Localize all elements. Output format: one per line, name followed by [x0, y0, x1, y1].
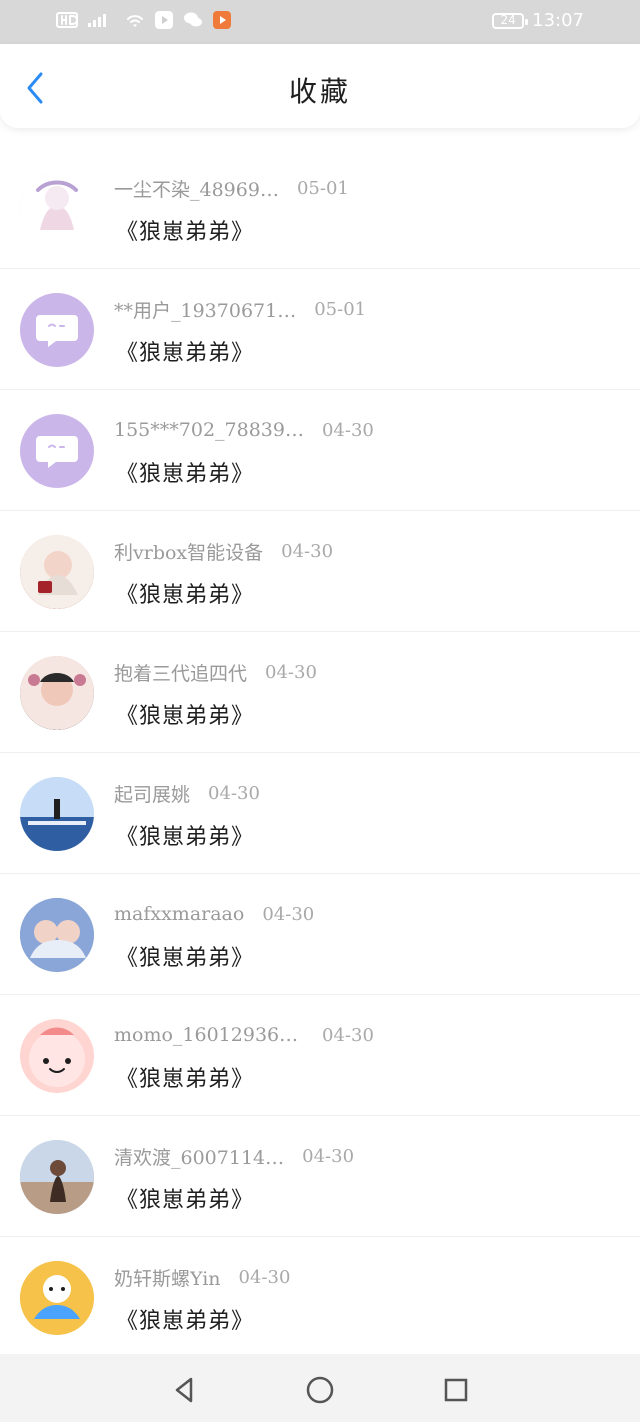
user-name: mafxxmaraao	[114, 903, 245, 925]
avatar[interactable]	[20, 777, 94, 851]
item-meta: 抱着三代追四代 04-30	[114, 660, 534, 685]
item-meta: 奶轩斯螺Yin 04-30	[114, 1265, 534, 1290]
circle-home-icon	[306, 1376, 334, 1404]
header: 收藏	[0, 44, 640, 128]
list-item[interactable]: 奶轩斯螺Yin 04-30 《狼崽弟弟》	[0, 1237, 640, 1358]
avatar-image-icon	[20, 172, 94, 246]
list-item[interactable]: 155***702_78839… 04-30 《狼崽弟弟》	[0, 390, 640, 511]
item-date: 05-01	[296, 177, 349, 199]
book-title: 《狼崽弟弟》	[116, 341, 255, 366]
user-name: 抱着三代追四代	[114, 662, 248, 685]
item-date: 04-30	[321, 419, 374, 441]
list-item[interactable]: mafxxmaraao 04-30 《狼崽弟弟》	[0, 874, 640, 995]
user-name: 一尘不染_48969…	[114, 178, 279, 201]
user-name: 清欢渡_6007114…	[114, 1146, 285, 1169]
avatar[interactable]	[20, 535, 94, 609]
system-nav-bar	[0, 1354, 640, 1422]
book-title: 《狼崽弟弟》	[116, 1309, 255, 1334]
nav-home-button[interactable]	[300, 1370, 340, 1410]
book-title: 《狼崽弟弟》	[116, 946, 255, 971]
item-meta: mafxxmaraao 04-30	[114, 902, 534, 926]
item-date: 05-01	[314, 298, 367, 320]
book-title: 《狼崽弟弟》	[116, 220, 255, 245]
item-date: 04-30	[238, 1266, 291, 1288]
item-date: 04-30	[322, 1024, 374, 1046]
nav-recents-button[interactable]	[436, 1370, 476, 1410]
status-bar: 24 13:07	[0, 0, 640, 44]
item-date: 04-30	[302, 1145, 355, 1167]
status-time: 13:07	[532, 10, 584, 31]
list-item[interactable]: **用户_19370671… 05-01 《狼崽弟弟》	[0, 269, 640, 390]
item-date: 04-30	[208, 782, 260, 804]
avatar[interactable]	[20, 898, 94, 972]
avatar-image-icon	[29, 1027, 85, 1087]
avatar[interactable]	[20, 1140, 94, 1214]
avatar-image-icon	[20, 535, 94, 609]
list-item[interactable]: 一尘不染_48969… 05-01 《狼崽弟弟》	[0, 148, 640, 269]
item-meta: 起司展姚 04-30	[114, 781, 534, 806]
avatar[interactable]	[20, 414, 94, 488]
play-icon	[154, 10, 174, 30]
avatar[interactable]	[20, 293, 94, 367]
list-item[interactable]: momo_160129365… 04-30 《狼崽弟弟》	[0, 995, 640, 1116]
book-title: 《狼崽弟弟》	[116, 583, 255, 608]
wechat-icon	[182, 10, 204, 30]
item-meta: 155***702_78839… 04-30	[114, 418, 534, 442]
user-name: 起司展姚	[114, 783, 191, 806]
nav-back-button[interactable]	[164, 1370, 204, 1410]
avatar-image-icon	[20, 898, 94, 972]
list-item[interactable]: 利vrbox智能设备 04-30 《狼崽弟弟》	[0, 511, 640, 632]
triangle-back-icon	[175, 1377, 193, 1403]
item-date: 04-30	[265, 661, 317, 683]
user-name: 奶轩斯螺Yin	[114, 1267, 221, 1290]
item-meta: 一尘不染_48969… 05-01	[114, 176, 534, 201]
favorites-list: 一尘不染_48969… 05-01 《狼崽弟弟》 **用户_19370671… …	[0, 148, 640, 1358]
user-name: 155***702_78839…	[114, 419, 304, 441]
book-title: 《狼崽弟弟》	[116, 825, 255, 850]
avatar[interactable]	[20, 1261, 94, 1335]
avatar[interactable]	[20, 1019, 94, 1093]
chat-bubble-icon	[36, 436, 78, 468]
user-name: momo_160129365…	[114, 1024, 304, 1046]
item-date: 04-30	[262, 903, 315, 925]
list-item[interactable]: 抱着三代追四代 04-30 《狼崽弟弟》	[0, 632, 640, 753]
avatar-image-icon	[20, 656, 94, 730]
item-meta: 利vrbox智能设备 04-30	[114, 539, 534, 564]
user-name: **用户_19370671…	[114, 299, 297, 322]
avatar-image-icon	[20, 1140, 94, 1214]
item-meta: 清欢渡_6007114… 04-30	[114, 1144, 534, 1169]
hd-icon	[56, 12, 78, 28]
5g-signal-icon	[86, 11, 116, 29]
item-date: 04-30	[281, 540, 334, 562]
book-title: 《狼崽弟弟》	[116, 1188, 255, 1213]
avatar[interactable]	[20, 656, 94, 730]
status-right: 24 13:07	[492, 10, 584, 31]
list-item[interactable]: 起司展姚 04-30 《狼崽弟弟》	[0, 753, 640, 874]
battery-level: 24	[500, 12, 516, 27]
avatar-image-icon	[20, 777, 94, 851]
wifi-icon	[124, 11, 146, 29]
battery-icon: 24	[492, 12, 529, 29]
user-name: 利vrbox智能设备	[114, 541, 264, 564]
list-item[interactable]: 清欢渡_6007114… 04-30 《狼崽弟弟》	[0, 1116, 640, 1237]
book-title: 《狼崽弟弟》	[116, 462, 255, 487]
book-title: 《狼崽弟弟》	[116, 704, 255, 729]
avatar[interactable]	[20, 172, 94, 246]
status-left-icons	[56, 10, 232, 30]
page-title: 收藏	[288, 75, 351, 108]
avatar-image-icon	[20, 1261, 94, 1335]
item-meta: **用户_19370671… 05-01	[114, 297, 534, 322]
item-meta: momo_160129365… 04-30	[114, 1023, 534, 1047]
video-app-icon	[212, 10, 232, 30]
chat-bubble-icon	[36, 315, 78, 347]
book-title: 《狼崽弟弟》	[116, 1067, 255, 1092]
square-recents-icon	[444, 1378, 468, 1402]
